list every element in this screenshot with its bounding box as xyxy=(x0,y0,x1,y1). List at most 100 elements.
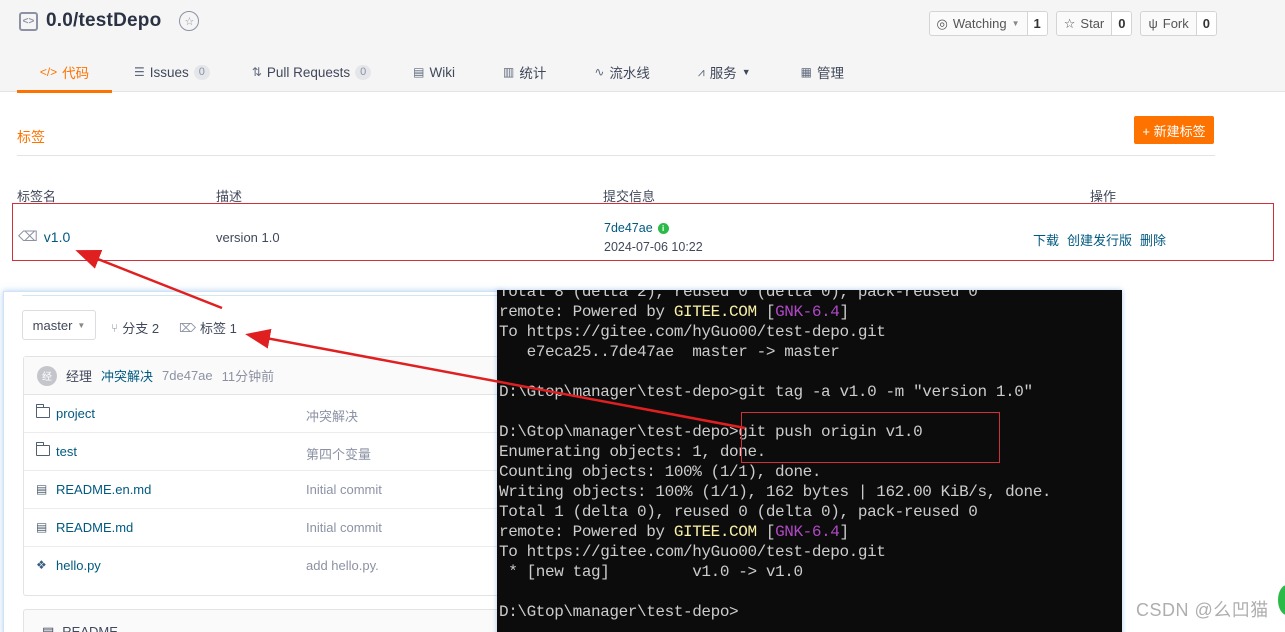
branches-link[interactable]: ⑂ 分支 2 xyxy=(111,318,159,337)
file-name[interactable]: test xyxy=(56,444,77,459)
tab-code[interactable]: </> 代码 xyxy=(17,52,112,93)
file-commit-message[interactable]: Initial commit xyxy=(306,482,382,497)
repo-actions: ◎ Watching ▼ 1 ☆ Star 0 ψ Fork 0 xyxy=(928,11,1217,36)
wiki-icon: ▤ xyxy=(413,65,425,79)
tab-pull-requests[interactable]: ⇅ Pull Requests 0 xyxy=(251,52,372,92)
commit-hash: 7de47ae xyxy=(604,221,653,235)
watch-button[interactable]: ◎ Watching ▼ 1 xyxy=(928,11,1048,36)
commit-message[interactable]: 冲突解决 xyxy=(101,366,153,385)
service-icon: ⩘ xyxy=(697,64,705,79)
tag-name: v1.0 xyxy=(43,228,71,245)
tag-icon: ⌦ xyxy=(179,320,196,335)
tag-link[interactable]: ⌦ v1.0 xyxy=(18,228,70,245)
star-button[interactable]: ☆ Star 0 xyxy=(1055,11,1133,36)
commit-hash-link[interactable]: 7de47ae i xyxy=(604,221,669,235)
terminal-line: * [new tag] v1.0 -> v1.0 xyxy=(499,563,803,581)
tab-label: 代码 xyxy=(62,66,90,81)
repository-icon: <> xyxy=(19,11,38,31)
tab-label: 服务 xyxy=(709,66,737,81)
repo-name[interactable]: 0.0/testDepo xyxy=(46,10,161,32)
pull-request-icon: ⇅ xyxy=(251,65,262,79)
repo-header: <> 0.0/testDepo ☆ ◎ Watching ▼ 1 ☆ Star 0 ψ… xyxy=(0,0,1285,93)
fork-button[interactable]: ψ Fork 0 xyxy=(1140,11,1217,36)
table-row: ⌦ v1.0 version 1.0 7de47ae i 2024-07-06 … xyxy=(12,203,1274,261)
terminal-line: Enumerating objects: 1, done. xyxy=(499,443,766,461)
tags-link[interactable]: ⌦ 标签 1 xyxy=(179,318,237,337)
pull-requests-count: 0 xyxy=(355,64,372,80)
file-commit-message[interactable]: 第四个变量 xyxy=(306,444,371,463)
list-item[interactable]: ▤ README.md Initial commit xyxy=(24,509,502,547)
tab-pipeline[interactable]: ∿ 流水线 xyxy=(594,52,650,92)
fork-label: Fork xyxy=(1162,16,1189,31)
new-tag-button[interactable]: + 新建标签 xyxy=(1134,116,1214,144)
divider xyxy=(22,292,502,296)
branch-name: master xyxy=(32,317,73,333)
repo-title: <> 0.0/testDepo ☆ xyxy=(19,10,200,32)
tab-manage[interactable]: ▦ 管理 xyxy=(801,52,844,92)
list-item[interactable]: test 第四个变量 xyxy=(24,433,502,471)
terminal-line: Total 8 (delta 2), reused 0 (delta 0), p… xyxy=(499,290,978,301)
list-item[interactable]: ❖ hello.py add hello.py. xyxy=(24,547,502,585)
document-icon: ▤ xyxy=(42,624,55,632)
terminal-line: remote: Powered by GITEE.COM [GNK-6.4] xyxy=(499,523,849,541)
verified-info-icon[interactable]: i xyxy=(657,222,669,234)
tags-label: 标签 1 xyxy=(199,321,237,336)
file-commit-message[interactable]: 冲突解决 xyxy=(306,406,358,425)
readme-panel: ▤ README xyxy=(23,609,502,632)
file-commit-message[interactable]: add hello.py. xyxy=(306,558,379,573)
terminal-line: D:\Gtop\manager\test-depo> xyxy=(499,603,739,621)
section-title: 标签 xyxy=(17,129,45,145)
floating-widget[interactable] xyxy=(1278,585,1285,615)
commit-date: 2024-07-06 10:22 xyxy=(604,240,703,254)
tag-icon: ⌦ xyxy=(18,228,38,244)
tab-label: Wiki xyxy=(429,64,456,80)
commit-hash[interactable]: 7de47ae xyxy=(162,368,213,383)
folder-icon xyxy=(36,442,50,456)
tag-description: version 1.0 xyxy=(216,230,280,245)
tab-label: 统计 xyxy=(519,66,547,81)
python-icon: ❖ xyxy=(36,558,47,572)
tab-issues[interactable]: ☰ Issues 0 xyxy=(134,52,210,92)
eye-icon: ◎ xyxy=(936,15,948,31)
commit-author[interactable]: 经理 xyxy=(66,366,92,385)
operations: 下载 创建发行版 删除 xyxy=(1033,230,1166,249)
tab-wiki[interactable]: ▤ Wiki xyxy=(413,52,455,92)
star-count[interactable]: 0 xyxy=(1111,12,1132,35)
download-link[interactable]: 下载 xyxy=(1033,230,1059,249)
delete-link[interactable]: 删除 xyxy=(1140,230,1166,249)
readme-title: README xyxy=(62,624,118,632)
terminal-line: Counting objects: 100% (1/1), done. xyxy=(499,463,822,481)
fork-count[interactable]: 0 xyxy=(1195,12,1216,35)
book-icon: ▤ xyxy=(36,482,48,496)
branches-label: 分支 2 xyxy=(122,321,160,336)
commit-time: 11分钟前 xyxy=(221,369,275,384)
tab-stats[interactable]: ▥ 统计 xyxy=(503,52,546,92)
watch-count[interactable]: 1 xyxy=(1026,12,1047,35)
tab-services[interactable]: ⩘ 服务 ▼ xyxy=(698,52,751,92)
branch-selector[interactable]: master ▼ xyxy=(22,310,96,340)
folder-icon xyxy=(36,404,50,418)
watermark: CSDN @么凹猫 xyxy=(1136,600,1269,620)
file-name[interactable]: project xyxy=(56,406,95,421)
watch-label: Watching xyxy=(952,16,1007,31)
branch-icon: ⑂ xyxy=(111,320,119,335)
chevron-down-icon: ▼ xyxy=(741,67,751,77)
file-name[interactable]: README.md xyxy=(56,520,133,535)
file-name[interactable]: README.en.md xyxy=(56,482,151,497)
chevron-down-icon: ▼ xyxy=(77,320,86,330)
terminal-line: Writing objects: 100% (1/1), 162 bytes |… xyxy=(499,483,1052,501)
award-badge-icon[interactable]: ☆ xyxy=(179,11,200,31)
file-name[interactable]: hello.py xyxy=(56,558,101,573)
issues-icon: ☰ xyxy=(134,65,145,79)
file-commit-message[interactable]: Initial commit xyxy=(306,520,382,535)
stats-icon: ▥ xyxy=(503,65,515,79)
repo-tabs: </> 代码 ☰ Issues 0 ⇅ Pull Requests 0 ▤ Wi… xyxy=(17,52,844,93)
repo-file-view-screenshot: master ▼ ⑂ 分支 2 ⌦ 标签 1 经 经理 冲突解决 7de47ae… xyxy=(3,291,503,632)
fork-icon: ψ xyxy=(1148,16,1158,31)
create-release-link[interactable]: 创建发行版 xyxy=(1067,230,1132,249)
pipeline-icon: ∿ xyxy=(594,65,605,79)
list-item[interactable]: ▤ README.en.md Initial commit xyxy=(24,471,502,509)
list-item[interactable]: project 冲突解决 xyxy=(24,395,502,433)
terminal-line: Total 1 (delta 0), reused 0 (delta 0), p… xyxy=(499,503,978,521)
avatar[interactable]: 经 xyxy=(37,365,57,386)
